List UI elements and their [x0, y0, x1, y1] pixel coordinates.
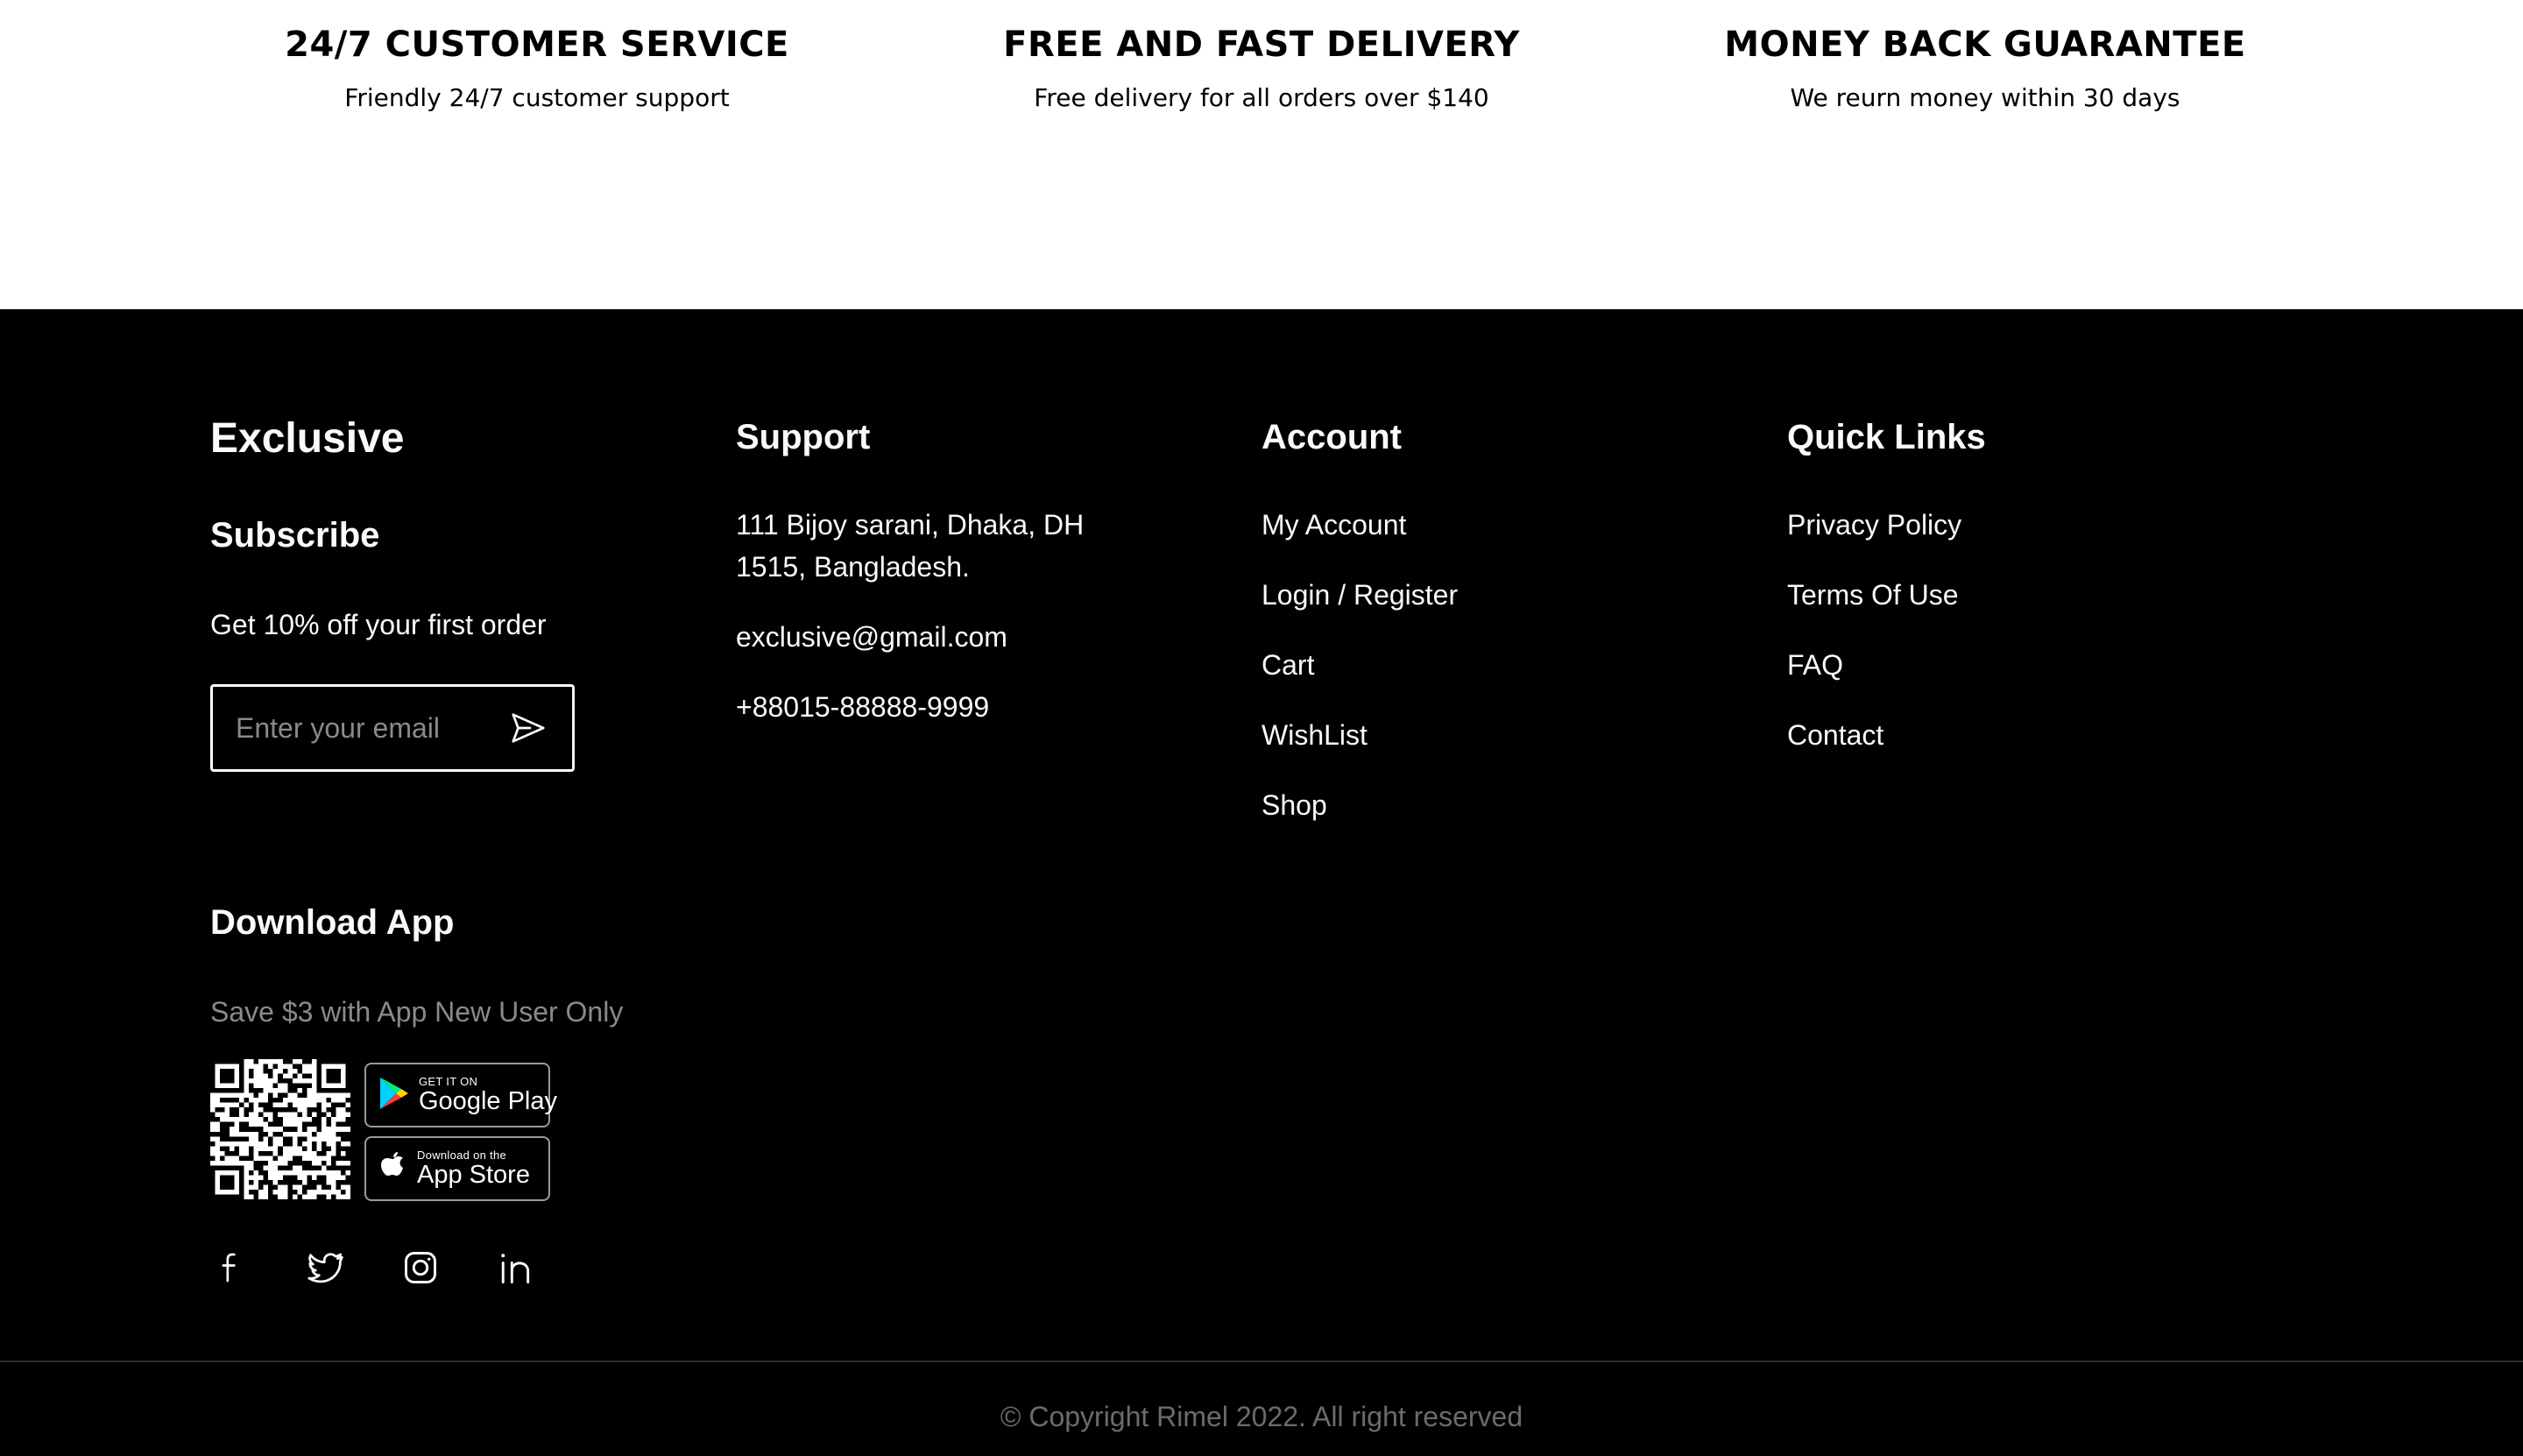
twitter-icon[interactable]: [305, 1247, 347, 1289]
support-list: 111 Bijoy sarani, Dhaka, DH 1515, Bangla…: [736, 504, 1139, 756]
copyright-text: © Copyright Rimel 2022. All right reserv…: [1000, 1401, 1523, 1432]
feature-description: We reurn money within 30 days: [1790, 83, 2180, 112]
support-address: 111 Bijoy sarani, Dhaka, DH 1515, Bangla…: [736, 509, 1085, 583]
quick-link-contact[interactable]: Contact: [1787, 714, 1961, 756]
account-link-cart[interactable]: Cart: [1262, 644, 1458, 686]
subscribe-offer-text: Get 10% off your first order: [210, 609, 547, 640]
account-heading: Account: [1262, 418, 1402, 456]
app-store-small-label: Download on the: [417, 1149, 507, 1162]
feature-title: 24/7 CUSTOMER SERVICE: [285, 25, 789, 65]
facebook-icon[interactable]: [210, 1247, 252, 1289]
footer-divider: [0, 1361, 2523, 1362]
account-link-my-account[interactable]: My Account: [1262, 504, 1458, 546]
app-store-label: App Store: [417, 1161, 530, 1189]
account-link-shop[interactable]: Shop: [1262, 784, 1458, 826]
account-link-wishlist[interactable]: WishList: [1262, 714, 1458, 756]
account-links: My Account Login / Register Cart WishLis…: [1262, 504, 1458, 854]
send-icon[interactable]: [505, 705, 551, 751]
feature-delivery: FREE AND FAST DELIVERY Free delivery for…: [955, 19, 1568, 116]
google-play-small-label: GET IT ON: [419, 1075, 478, 1088]
feature-title: MONEY BACK GUARANTEE: [1724, 25, 2246, 65]
subscribe-heading: Subscribe: [210, 516, 380, 555]
apple-icon: [378, 1149, 408, 1189]
quick-links-heading: Quick Links: [1787, 418, 1986, 456]
download-app-subtitle: Save $3 with App New User Only: [210, 996, 624, 1028]
feature-title: FREE AND FAST DELIVERY: [1003, 25, 1520, 65]
email-subscribe-box: [210, 684, 575, 772]
quick-link-faq[interactable]: FAQ: [1787, 644, 1961, 686]
google-play-button[interactable]: GET IT ON Google Play: [364, 1063, 557, 1127]
instagram-icon[interactable]: [399, 1247, 442, 1289]
features-section: 24/7 CUSTOMER SERVICE Friendly 24/7 cust…: [0, 0, 2523, 309]
feature-description: Free delivery for all orders over $140: [1034, 83, 1489, 112]
quick-link-privacy-policy[interactable]: Privacy Policy: [1787, 504, 1961, 546]
linkedin-icon[interactable]: [494, 1247, 536, 1289]
email-input[interactable]: [236, 711, 505, 745]
feature-description: Friendly 24/7 customer support: [344, 83, 730, 112]
brand-logo-text[interactable]: Exclusive: [210, 411, 404, 467]
google-play-icon: [378, 1076, 410, 1115]
feature-money-back: MONEY BACK GUARANTEE We reurn money with…: [1678, 19, 2292, 116]
support-email[interactable]: exclusive@gmail.com: [736, 616, 1139, 658]
app-store-button[interactable]: Download on the App Store: [364, 1136, 550, 1201]
qr-code-icon: [210, 1059, 350, 1199]
support-heading: Support: [736, 418, 871, 456]
footer: Exclusive Subscribe Get 10% off your fir…: [0, 309, 2523, 1456]
google-play-label: Google Play: [419, 1087, 557, 1115]
social-links: [210, 1247, 536, 1289]
account-link-login-register[interactable]: Login / Register: [1262, 574, 1458, 616]
feature-customer-service: 24/7 CUSTOMER SERVICE Friendly 24/7 cust…: [230, 19, 844, 116]
quick-link-terms-of-use[interactable]: Terms Of Use: [1787, 574, 1961, 616]
support-phone[interactable]: +88015-88888-9999: [736, 686, 1139, 728]
quick-links-list: Privacy Policy Terms Of Use FAQ Contact: [1787, 504, 1961, 784]
download-app-heading: Download App: [210, 903, 455, 942]
